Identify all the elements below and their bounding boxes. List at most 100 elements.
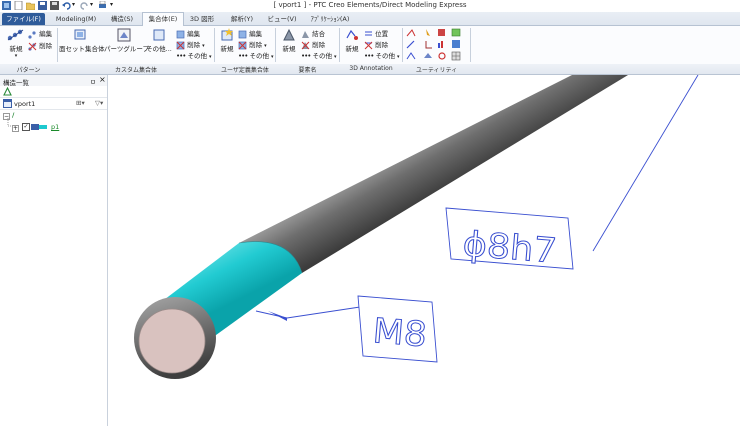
utility-icon-grid [406,28,461,61]
more-dots-icon: ••• [176,52,186,60]
dummy-set-icon [74,29,86,40]
user-assembly-new-button[interactable]: 新規 [217,28,237,53]
assembly-edit-icon [176,30,185,38]
part-icon [31,124,47,130]
custom-assembly-delete-button[interactable]: 削除 ▾ [176,39,205,50]
utility-image-icon[interactable] [452,40,460,48]
leader-line-phi8h7 [592,75,699,252]
shaft-end-face[interactable] [138,308,206,374]
tree-options-icon[interactable]: ⊞▾ [76,99,85,107]
element-new-button[interactable]: 新規 [279,28,299,53]
element-other-dropdown-icon: ▾ [334,54,337,60]
annotation-position-icon [365,31,372,35]
structure-browser: 構造一覧 ㅁ × vport1 ⊞▾ ▽▾ − / + ✓ p1 [0,75,108,426]
custom-assembly-edit-button[interactable]: 編集 [176,28,200,39]
ribbon-tab-bar: ファイル(F) Modeling(M) 構造(S) 集合体(E) 3D 図形 解… [0,12,740,26]
utility-section-icon[interactable] [424,53,432,58]
custom-assembly-other2-button[interactable]: ••• その他 ▾ [176,50,212,60]
tab-view[interactable]: ビュー(V) [262,13,302,25]
tree-expand-toggle[interactable]: + [12,125,19,132]
tree-collapse-toggle[interactable]: − [3,113,10,120]
viewport-canvas[interactable]: ϕ8h7 M8 [108,75,740,426]
custom-assembly-other2-label: その他 [187,52,207,60]
element-delete-icon [301,41,310,49]
element-other-label: その他 [312,52,332,60]
group-separator [402,28,403,62]
3d-viewport[interactable]: ϕ8h7 M8 [108,75,740,426]
tab-assembly[interactable]: 集合体(E) [142,12,184,26]
user-assembly-edit-button[interactable]: 編集 [238,28,262,39]
element-combine-icon [302,30,309,38]
pin-icon[interactable]: ㅁ [90,76,96,86]
user-assembly-other-button[interactable]: ••• その他 ▾ [238,50,274,60]
tab-3d-geometry[interactable]: 3D 図形 [184,13,220,25]
tab-structure[interactable]: 構造(S) [104,13,140,25]
utility-axis-icon[interactable] [406,40,415,49]
user-assembly-delete-button[interactable]: 削除 ▾ [238,39,267,50]
tab-analysis[interactable]: 解析(Y) [224,13,260,25]
user-assembly-edit-icon [238,30,247,38]
element-other-button[interactable]: ••• その他 ▾ [301,50,337,60]
custom-assembly-other-label: その他... [146,45,172,53]
annotation-text-phi8h7[interactable]: ϕ8h7 [461,224,559,273]
tab-application[interactable]: ｱﾌﾟﾘｹｰｼｮﾝ(A) [304,13,356,25]
utility-chart-icon[interactable] [438,41,443,48]
element-combine-label: 結合 [312,30,326,38]
annotation-new-button[interactable]: 新規 [342,28,362,53]
annotation-delete-icon [364,41,373,49]
utility-pointer-icon[interactable] [426,29,430,36]
tree-root-label[interactable]: / [12,111,14,119]
pattern-edit-label: 編集 [39,30,53,38]
vport-label: vport1 [14,100,36,108]
assembly-delete-icon [176,41,185,49]
utility-color-icon[interactable] [451,28,461,37]
visibility-checkbox[interactable]: ✓ [22,123,30,131]
title-bar: ▾ ▾ ▾ [ vport1 ] - PTC Creo Elements/Dir… [0,0,740,12]
group-label-user-assembly: ユーザ定義集合体 [221,67,269,74]
tree-part-label[interactable]: p1 [51,123,59,131]
window-title: [ vport1 ] - PTC Creo Elements/Direct Mo… [273,1,467,9]
more-dots-icon: ••• [238,52,248,60]
pattern-edit-button[interactable]: 編集 [28,28,52,39]
annotation-position-button[interactable]: 位置 [364,28,388,39]
utility-settings-icon[interactable] [438,52,446,60]
pattern-new-button[interactable]: 新規 ▾ [5,28,27,59]
custom-assembly-edit-label: 編集 [187,30,201,38]
parts-group-button[interactable]: パーツグループ [104,28,149,53]
tab-modeling[interactable]: Modeling(M) [50,13,102,25]
group-separator [470,28,471,62]
pattern-delete-icon [28,42,37,51]
group-separator [57,28,58,62]
element-delete-button[interactable]: 削除 [301,39,325,50]
more-dots-icon: ••• [301,52,311,60]
annotation-delete-label: 削除 [375,41,389,49]
annotation-position-label: 位置 [375,30,389,38]
custom-assembly-other-button[interactable]: その他... [146,28,172,53]
vport-selector[interactable]: vport1 ⊞▾ ▽▾ [0,98,107,110]
user-assembly-delete-icon [238,41,247,49]
viewport-icon [3,99,12,108]
annotation-text-m8[interactable]: M8 [371,311,429,356]
group-label-elements: 要素名 [298,67,317,74]
utility-measure-icon[interactable] [406,29,416,37]
user-assembly-other-label: その他 [249,52,269,60]
filter-icon[interactable]: ▽▾ [95,99,103,107]
user-assembly-other-dropdown-icon: ▾ [271,54,274,60]
annotation-other-button[interactable]: ••• その他 ▾ [364,50,400,60]
user-assembly-new-icon [221,28,233,41]
utility-clip-icon[interactable] [425,41,432,49]
group-separator [214,28,215,62]
utility-table-icon[interactable] [451,51,461,61]
annotation-new-icon [346,29,358,40]
close-icon[interactable]: × [99,75,106,84]
utility-shape-icon[interactable] [438,29,445,36]
utility-link-icon[interactable] [406,52,416,60]
annotation-delete-button[interactable]: 削除 [364,39,388,50]
pattern-delete-button[interactable]: 削除 [28,40,52,51]
element-new-icon [283,28,295,41]
filter-tree-icon[interactable] [3,87,12,96]
user-assembly-edit-label: 編集 [249,30,263,38]
tab-file[interactable]: ファイル(F) [2,13,45,25]
dummy-set-assembly-button[interactable]: 面セット集合体 [59,28,105,53]
element-combine-button[interactable]: 結合 [301,28,325,39]
